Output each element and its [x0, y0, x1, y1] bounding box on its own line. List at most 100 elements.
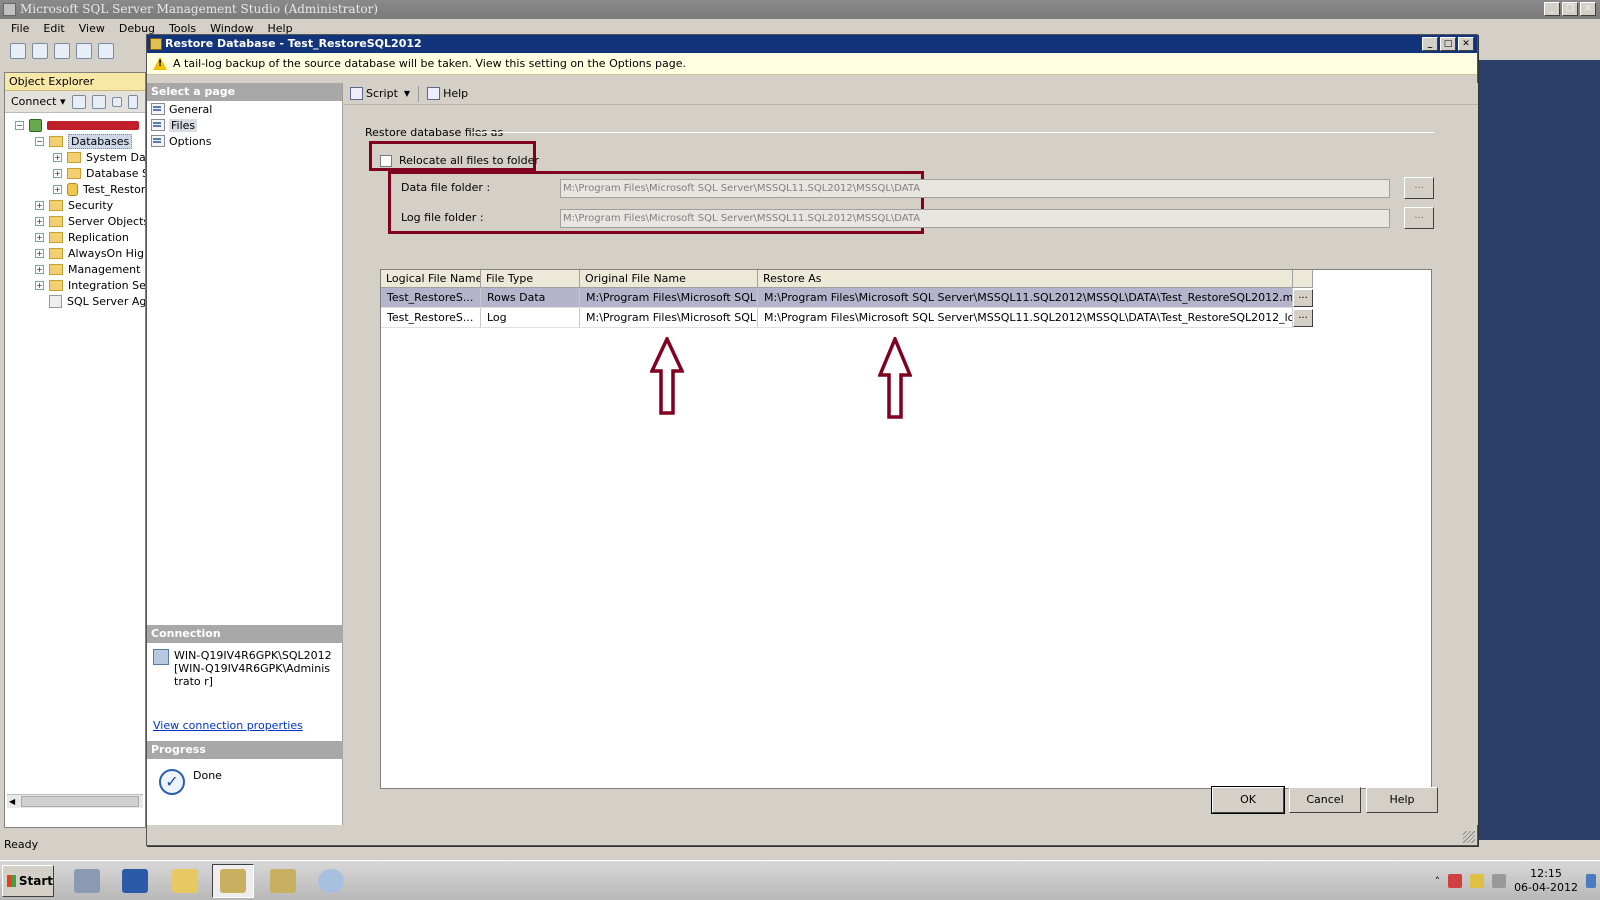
cell-logical[interactable]: Test_RestoreS... [381, 308, 481, 328]
dialog-maximize-button[interactable]: □ [1440, 37, 1456, 51]
cell-restore-as[interactable]: M:\Program Files\Microsoft SQL Server\MS… [758, 288, 1293, 308]
chevron-up-icon[interactable]: ˄ [1435, 875, 1441, 888]
relocate-checkbox[interactable] [380, 155, 392, 167]
col-restore-as[interactable]: Restore As [758, 270, 1293, 288]
expand-icon[interactable]: + [35, 232, 44, 242]
col-logical-file-name[interactable]: Logical File Name [381, 270, 481, 288]
cancel-button[interactable]: Cancel [1289, 787, 1361, 813]
view-connection-properties-link[interactable]: View connection properties [153, 719, 303, 732]
taskbar-explorer[interactable] [164, 864, 206, 898]
tree-node-management[interactable]: + Management [5, 261, 145, 277]
col-original-file-name[interactable]: Original File Name [580, 270, 758, 288]
menu-window[interactable]: Window [203, 22, 260, 35]
collapse-icon[interactable]: − [35, 136, 44, 146]
network-error-icon[interactable] [1448, 874, 1463, 888]
grid-icon[interactable] [32, 43, 48, 59]
tree-node-replication[interactable]: + Replication [5, 229, 145, 245]
save-icon[interactable] [76, 43, 92, 59]
log-folder-input[interactable]: M:\Program Files\Microsoft SQL Server\MS… [560, 209, 1390, 228]
object-explorer-hscrollbar[interactable]: ◀ [7, 794, 143, 808]
script-button[interactable]: Script [350, 87, 398, 100]
taskbar-paint[interactable] [310, 864, 352, 898]
expand-icon[interactable]: + [35, 280, 44, 290]
object-explorer-toolbar: Connect ▾ [5, 91, 145, 113]
tree-node-databases[interactable]: − Databases [5, 133, 145, 149]
dialog-minimize-button[interactable]: _ [1422, 37, 1438, 51]
help-label: Help [443, 87, 469, 100]
clock[interactable]: 12:15 06-04-2012 [1514, 867, 1578, 895]
page-options[interactable]: Options [147, 133, 342, 149]
restore-button[interactable]: ❐ [1562, 2, 1578, 16]
start-button[interactable]: Start [2, 865, 54, 897]
col-file-type[interactable]: File Type [481, 270, 580, 288]
cell-logical[interactable]: Test_RestoreS... [381, 288, 481, 308]
cell-type[interactable]: Log [481, 308, 580, 328]
expand-icon[interactable]: + [53, 152, 62, 162]
expand-icon[interactable]: + [53, 168, 62, 178]
progress-status: Done [193, 769, 222, 782]
progress-header: Progress [147, 741, 343, 759]
connect-icon[interactable] [71, 94, 86, 109]
scroll-thumb[interactable] [21, 796, 139, 807]
new-query-icon[interactable] [10, 43, 26, 59]
warning-bar: A tail-log backup of the source database… [147, 53, 1477, 75]
tree-node-sql-server-agent[interactable]: SQL Server Age [5, 293, 145, 309]
log-folder-browse-button[interactable]: ... [1404, 207, 1434, 229]
help-button[interactable]: Help [1366, 787, 1438, 813]
menu-file[interactable]: File [4, 22, 36, 35]
table-row[interactable]: Test_RestoreS... Rows Data M:\Program Fi… [381, 288, 1431, 308]
disconnect-icon[interactable] [91, 94, 106, 109]
show-desktop-icon[interactable] [1586, 874, 1596, 888]
row-browse-button[interactable]: ... [1293, 289, 1313, 307]
tree-node-security[interactable]: + Security [5, 197, 145, 213]
taskbar-server-manager[interactable] [66, 864, 108, 898]
open-file-icon[interactable] [54, 43, 70, 59]
ok-button[interactable]: OK [1211, 786, 1285, 814]
taskbar-ssms-2[interactable] [262, 864, 304, 898]
page-files[interactable]: Files [147, 117, 342, 133]
tree-node-server[interactable]: − [5, 117, 145, 133]
data-folder-browse-button[interactable]: ... [1404, 177, 1434, 199]
cell-type[interactable]: Rows Data [481, 288, 580, 308]
chevron-down-icon[interactable]: ▼ [404, 89, 410, 98]
resize-grip-icon[interactable] [1463, 831, 1475, 843]
tree-node-test-restore[interactable]: + Test_Restor [5, 181, 145, 197]
expand-icon[interactable]: + [35, 216, 44, 226]
taskbar-powershell[interactable] [114, 864, 156, 898]
dialog-close-button[interactable]: ✕ [1458, 37, 1474, 51]
main-toolbar [0, 38, 150, 64]
tree-node-database-snapshots[interactable]: + Database Sr [5, 165, 145, 181]
save-all-icon[interactable] [98, 43, 114, 59]
volume-icon[interactable] [1492, 874, 1507, 888]
expand-icon[interactable]: + [35, 248, 44, 258]
menu-help[interactable]: Help [261, 22, 300, 35]
collapse-icon[interactable]: − [15, 120, 24, 130]
page-general[interactable]: General [147, 101, 342, 117]
minimize-button[interactable]: _ [1544, 2, 1560, 16]
cell-original[interactable]: M:\Program Files\Microsoft SQL ... [580, 288, 758, 308]
filter-icon[interactable] [127, 94, 138, 109]
menu-tools[interactable]: Tools [162, 22, 203, 35]
expand-icon[interactable]: + [35, 200, 44, 210]
help-toolbar-button[interactable]: Help [427, 87, 468, 100]
row-browse-button[interactable]: ... [1293, 309, 1313, 327]
menu-edit[interactable]: Edit [36, 22, 71, 35]
action-center-icon[interactable] [1470, 874, 1485, 888]
tree-node-server-objects[interactable]: + Server Objects [5, 213, 145, 229]
tree-node-integration-services[interactable]: + Integration Serv [5, 277, 145, 293]
tree-node-system-databases[interactable]: + System Dat [5, 149, 145, 165]
table-row[interactable]: Test_RestoreS... Log M:\Program Files\Mi… [381, 308, 1431, 328]
cell-restore-as[interactable]: M:\Program Files\Microsoft SQL Server\MS… [758, 308, 1293, 328]
close-button[interactable]: ✕ [1580, 2, 1596, 16]
menu-debug[interactable]: Debug [112, 22, 162, 35]
menu-view[interactable]: View [72, 22, 112, 35]
taskbar-ssms[interactable] [212, 864, 254, 898]
tree-node-alwayson[interactable]: + AlwaysOn High [5, 245, 145, 261]
expand-icon[interactable]: + [53, 184, 62, 194]
scroll-left-icon[interactable]: ◀ [9, 797, 15, 806]
data-folder-input[interactable]: M:\Program Files\Microsoft SQL Server\MS… [560, 179, 1390, 198]
connect-dropdown[interactable]: Connect ▾ [11, 95, 66, 108]
expand-icon[interactable]: + [35, 264, 44, 274]
cell-original[interactable]: M:\Program Files\Microsoft SQL ... [580, 308, 758, 328]
stop-icon[interactable] [111, 96, 122, 107]
